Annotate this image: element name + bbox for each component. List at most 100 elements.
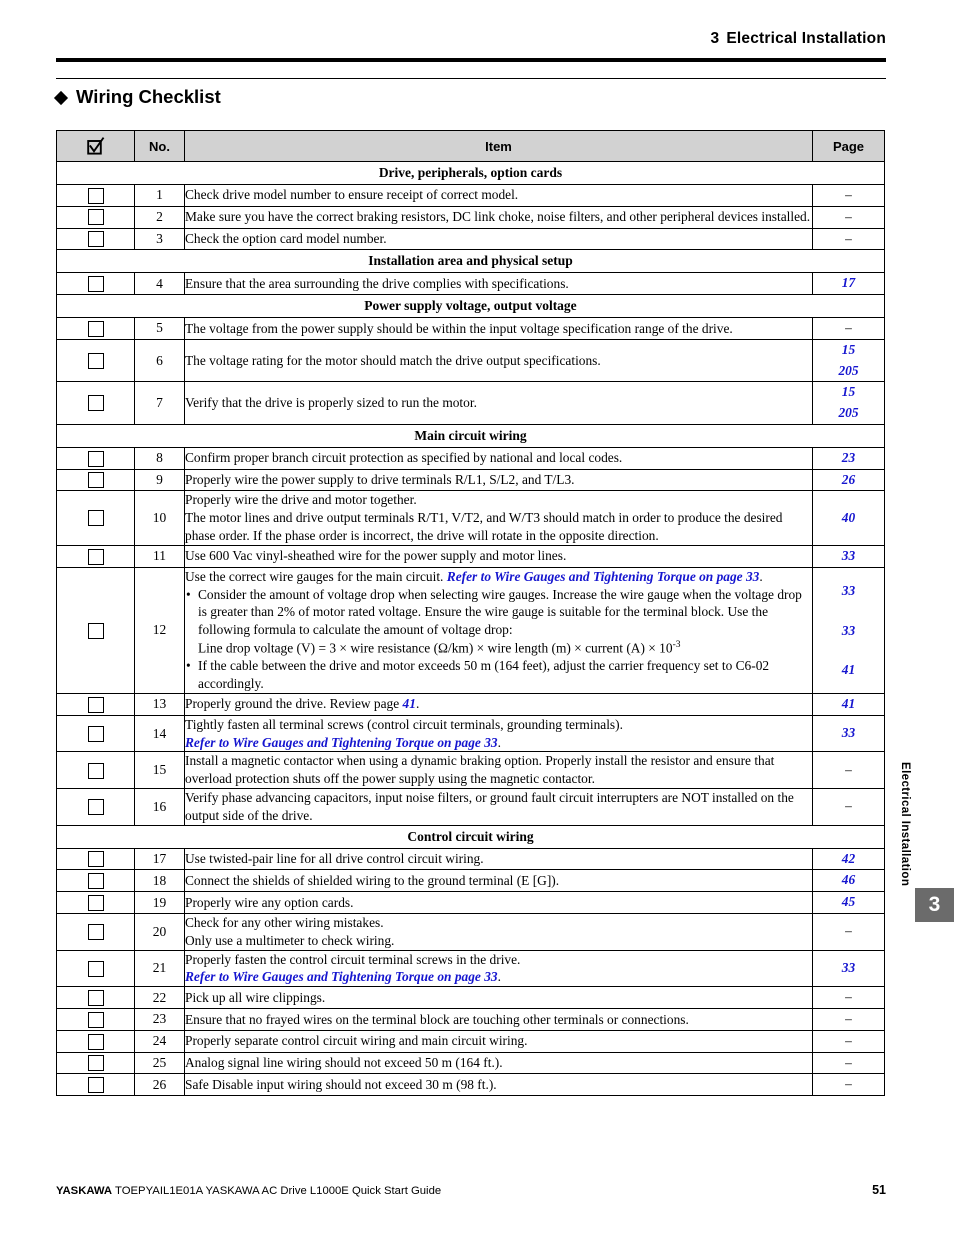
checkbox-cell[interactable] (56, 544, 135, 568)
page-value: – (845, 923, 852, 939)
column-header-item: Item (184, 130, 813, 162)
page-value: – (845, 761, 852, 777)
checkbox-cell[interactable] (56, 381, 135, 425)
row-item-text: Use twisted-pair line for all drive cont… (184, 847, 813, 871)
row-checkbox[interactable] (87, 209, 104, 226)
section-heading-row: Installation area and physical setup (56, 249, 885, 274)
row-item-text: Safe Disable input wiring should not exc… (184, 1073, 813, 1097)
row-checkbox[interactable] (87, 352, 104, 369)
row-checkbox[interactable] (87, 320, 104, 337)
checkbox-cell[interactable] (56, 184, 135, 207)
checkbox-cell[interactable] (56, 949, 135, 988)
table-row: 12 Use the correct wire gauges for the m… (56, 566, 885, 694)
checkbox-cell[interactable] (56, 446, 135, 470)
inline-page-link[interactable]: 41 (403, 696, 416, 711)
row-checkbox[interactable] (87, 851, 104, 868)
page-link[interactable]: 33 (842, 583, 855, 598)
page-link[interactable]: 15 (842, 384, 855, 399)
checkbox-cell[interactable] (56, 338, 135, 383)
page-link[interactable]: 42 (842, 851, 855, 866)
row-checkbox[interactable] (87, 989, 104, 1006)
row-checkbox[interactable] (87, 1077, 104, 1094)
checkbox-cell[interactable] (56, 986, 135, 1010)
row-checkbox[interactable] (87, 873, 104, 890)
row-checkbox[interactable] (87, 1011, 104, 1028)
checkbox-cell[interactable] (56, 1008, 135, 1031)
column-header-page: Page (812, 130, 885, 162)
row-checkbox[interactable] (87, 548, 104, 565)
checkbox-cell[interactable] (56, 1073, 135, 1097)
page-link[interactable]: 17 (842, 275, 855, 290)
page-link[interactable]: 40 (842, 510, 855, 525)
row-page-ref: 15 205 (812, 338, 885, 383)
checkbox-cell[interactable] (56, 566, 135, 694)
page-link[interactable]: 33 (842, 548, 855, 563)
checkbox-cell[interactable] (56, 317, 135, 340)
cross-reference-link[interactable]: Refer to Wire Gauges and Tightening Torq… (185, 735, 498, 750)
checkbox-cell[interactable] (56, 1029, 135, 1053)
row-checkbox[interactable] (87, 894, 104, 911)
row-checkbox[interactable] (87, 799, 104, 816)
page-link[interactable]: 45 (842, 894, 855, 909)
checkbox-cell[interactable] (56, 751, 135, 790)
row-page-ref: 33 (812, 544, 885, 568)
row-page-ref: 33 (812, 714, 885, 753)
page-link[interactable]: 33 (842, 960, 855, 975)
row-checkbox[interactable] (87, 450, 104, 467)
row-number: 22 (134, 986, 185, 1010)
checkbox-cell[interactable] (56, 692, 135, 716)
row-checkbox[interactable] (87, 1055, 104, 1072)
page-link[interactable]: 23 (842, 450, 855, 465)
row-checkbox[interactable] (87, 696, 104, 713)
row-checkbox[interactable] (87, 395, 104, 412)
page-value: – (845, 989, 852, 1005)
bullet-item: If the cable between the drive and motor… (185, 657, 812, 693)
checkbox-cell[interactable] (56, 205, 135, 229)
row-number: 10 (134, 490, 185, 546)
checkbox-cell[interactable] (56, 272, 135, 296)
checkbox-cell[interactable] (56, 891, 135, 914)
section-heading-label: Power supply voltage, output voltage (56, 294, 885, 319)
section-heading-label: Drive, peripherals, option cards (56, 161, 885, 185)
row-checkbox[interactable] (87, 622, 104, 639)
row-checkbox[interactable] (87, 725, 104, 742)
row-checkbox[interactable] (87, 231, 104, 248)
page-link[interactable]: 15 (842, 342, 855, 357)
page-link[interactable]: 26 (842, 472, 855, 487)
row-number: 20 (134, 912, 185, 951)
row-checkbox[interactable] (87, 762, 104, 779)
row-item-bullet-list: Consider the amount of voltage drop when… (185, 586, 812, 639)
row-checkbox[interactable] (87, 472, 104, 489)
checkbox-cell[interactable] (56, 1051, 135, 1075)
checkbox-cell[interactable] (56, 714, 135, 753)
checkbox-cell[interactable] (56, 788, 135, 826)
page-link[interactable]: 205 (838, 363, 858, 378)
row-item-text: Ensure that no frayed wires on the termi… (184, 1008, 813, 1031)
checkbox-cell[interactable] (56, 468, 135, 492)
page-link[interactable]: 33 (842, 623, 855, 638)
page-link[interactable]: 46 (842, 872, 855, 887)
page-link[interactable]: 33 (842, 725, 855, 740)
row-item-text: Properly wire any option cards. (184, 891, 813, 914)
lead-tail: . (759, 568, 763, 584)
checkbox-cell[interactable] (56, 869, 135, 893)
checkbox-cell[interactable] (56, 490, 135, 546)
row-checkbox[interactable] (87, 510, 104, 527)
page-value: – (845, 1054, 852, 1070)
row-checkbox[interactable] (87, 1033, 104, 1050)
row-checkbox[interactable] (87, 187, 104, 204)
checkbox-cell[interactable] (56, 227, 135, 251)
checkbox-cell[interactable] (56, 847, 135, 871)
page-link[interactable]: 41 (842, 662, 855, 677)
row-checkbox[interactable] (87, 924, 104, 941)
page-link[interactable]: 205 (838, 405, 858, 420)
row-item-ref-line: Refer to Wire Gauges and Tightening Torq… (185, 734, 812, 752)
page-link[interactable]: 41 (842, 696, 855, 711)
row-page-ref: 23 (812, 446, 885, 470)
row-checkbox[interactable] (87, 960, 104, 977)
row-page-ref: 17 (812, 272, 885, 296)
cross-reference-link[interactable]: Refer to Wire Gauges and Tightening Torq… (185, 969, 498, 984)
cross-reference-link[interactable]: Refer to Wire Gauges and Tightening Torq… (447, 569, 760, 584)
checkbox-cell[interactable] (56, 912, 135, 951)
row-checkbox[interactable] (87, 276, 104, 292)
